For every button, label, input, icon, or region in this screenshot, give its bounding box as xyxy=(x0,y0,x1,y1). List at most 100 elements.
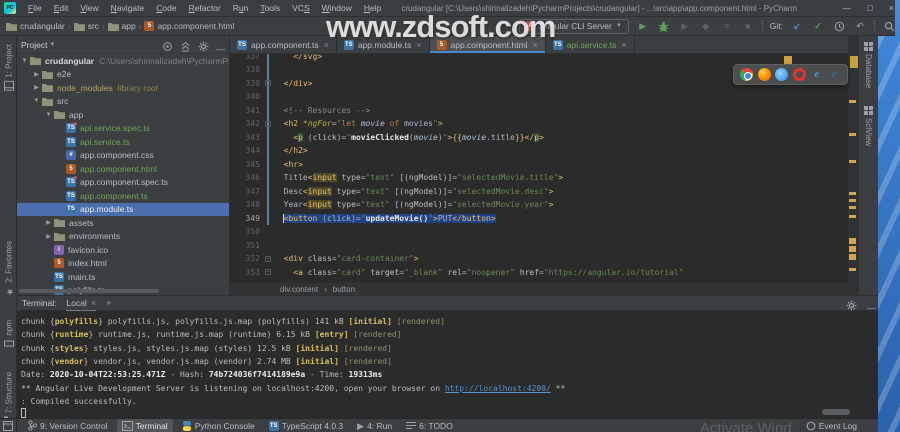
editor-tab-api.service.ts[interactable]: TS api.service.ts × xyxy=(546,36,635,53)
tree-item-node_modules[interactable]: ▶ node_modules library root xyxy=(17,81,229,95)
search-everywhere-icon[interactable] xyxy=(882,19,896,34)
toolwindow-tab-1-project[interactable]: 1: Project xyxy=(3,44,14,91)
code-line-347[interactable]: 347 Desc<input type="text" [(ngModel)]="… xyxy=(230,185,848,199)
code-line-341[interactable]: 341 <!-- Resources --> xyxy=(230,104,848,118)
tree-closed-arrow-icon[interactable]: ▶ xyxy=(43,233,54,240)
tree-item-api.service.ts[interactable]: TS api.service.ts xyxy=(17,135,229,149)
statusbar-item-typescript-4-0-3[interactable]: TS TypeScript 4.0.3 xyxy=(264,419,348,432)
statusbar-item-9-version-control[interactable]: 9: Version Control xyxy=(23,419,113,432)
fold-marker-icon[interactable]: − xyxy=(265,80,271,86)
firefox-browser-icon[interactable] xyxy=(757,68,771,81)
breadcrumb-item[interactable]: src xyxy=(73,21,99,31)
toolwindow-tab-npm[interactable]: npm xyxy=(3,320,14,349)
fold-marker-icon[interactable]: − xyxy=(265,255,271,262)
code-line-344[interactable]: 344 </h2> xyxy=(230,144,848,158)
tree-closed-arrow-icon[interactable]: ▶ xyxy=(43,219,54,226)
menu-vcs[interactable]: VCS xyxy=(286,0,315,17)
horizontal-scrollbar[interactable] xyxy=(19,289,159,293)
minimize-icon[interactable]: — xyxy=(842,0,851,17)
tree-item-app.component.html[interactable]: 5 app.component.html xyxy=(17,162,229,176)
git-update-button[interactable]: ↙ xyxy=(790,19,804,34)
menu-tools[interactable]: Tools xyxy=(254,0,286,17)
menu-view[interactable]: View xyxy=(74,0,104,17)
profiler-button[interactable]: ◆ xyxy=(699,19,713,34)
tree-item-src[interactable]: ▼ src xyxy=(17,95,229,109)
inspections-widget[interactable] xyxy=(850,56,858,68)
terminal-tab-local[interactable]: Local × xyxy=(66,296,97,311)
code-line-345[interactable]: 345 <hr> xyxy=(230,158,848,172)
new-terminal-session-icon[interactable]: + xyxy=(106,298,111,308)
close-icon[interactable]: × xyxy=(621,40,626,50)
tree-item-app.component.css[interactable]: # app.component.css xyxy=(17,149,229,163)
tree-item-crudangular[interactable]: ▼ crudangular C:\Users\shirinalizadeh\Pych… xyxy=(17,54,229,68)
tree-item-e2e[interactable]: ▶ e2e xyxy=(17,68,229,82)
menu-run[interactable]: Run xyxy=(227,0,255,17)
terminal-link[interactable]: http://localhost:4200/ xyxy=(445,384,551,393)
debug-button[interactable] xyxy=(657,19,671,34)
statusbar-item-event-log[interactable]: Event Log xyxy=(801,419,862,432)
toolwindow-tab-sciview[interactable]: SciView xyxy=(864,106,873,147)
run-button[interactable]: ▶ xyxy=(636,19,650,34)
chrome-browser-icon[interactable] xyxy=(740,68,754,81)
editor-tab-app.component.ts[interactable]: TS app.component.ts × xyxy=(230,36,337,53)
tree-open-arrow-icon[interactable]: ▼ xyxy=(43,112,54,118)
close-icon[interactable]: × xyxy=(91,298,96,308)
tree-item-favicon.ico[interactable]: i favicon.ico xyxy=(17,243,229,257)
tree-closed-arrow-icon[interactable]: ▶ xyxy=(31,71,42,78)
tree-item-app.module.ts[interactable]: TS app.module.ts xyxy=(17,202,229,216)
toolwindow-tab-database[interactable]: Database xyxy=(864,42,873,88)
statusbar-item-python-console[interactable]: Python Console xyxy=(177,419,260,432)
tree-item-app[interactable]: ▼ app xyxy=(17,108,229,122)
tree-item-environments[interactable]: ▶ environments xyxy=(17,230,229,244)
code-line-351[interactable]: 351 xyxy=(230,239,848,253)
code-editor[interactable]: 337 </svg> 338 339− </div> 340 341 <!-- Reso… xyxy=(230,54,848,282)
maximize-icon[interactable]: □ xyxy=(867,0,872,17)
edge-browser-icon[interactable]: e xyxy=(828,68,841,81)
run-with-coverage-button[interactable]: ▶ xyxy=(678,19,692,34)
hide-terminal-icon[interactable]: — xyxy=(867,298,876,316)
editor-breadcrumb-button[interactable]: button xyxy=(333,285,355,294)
toolwindow-switcher-icon[interactable] xyxy=(0,418,17,432)
toolwindow-tab-2-favorites[interactable]: ★ 2: Favorites xyxy=(4,241,14,296)
fold-marker-icon[interactable]: − xyxy=(265,269,271,275)
tree-item-app.component.ts[interactable]: TS app.component.ts xyxy=(17,189,229,203)
breadcrumb-item[interactable]: 5 app.component.html xyxy=(144,21,234,31)
code-line-352[interactable]: 352− <div class="card-container"> xyxy=(230,252,848,266)
code-line-349[interactable]: 349 <button (click)="updateMovie()">PUT<… xyxy=(230,212,848,226)
menu-edit[interactable]: Edit xyxy=(48,0,75,17)
breadcrumb-item[interactable]: crudangular xyxy=(6,21,65,31)
code-line-346[interactable]: 346 Title<input type="text" [(ngModel)]=… xyxy=(230,171,848,185)
menu-refactor[interactable]: Refactor xyxy=(183,0,227,17)
error-stripe[interactable] xyxy=(848,36,858,295)
project-panel-title[interactable]: Project xyxy=(21,40,47,50)
tree-open-arrow-icon[interactable]: ▼ xyxy=(31,98,42,104)
ie-browser-icon[interactable]: e xyxy=(810,68,823,81)
opera-browser-icon[interactable] xyxy=(792,68,806,81)
statusbar-item-terminal[interactable]: Terminal xyxy=(116,419,173,432)
statusbar-item-6-todo[interactable]: 6: TODO xyxy=(401,419,458,432)
tree-item-main.ts[interactable]: TS main.ts xyxy=(17,270,229,284)
stop-button[interactable]: ■ xyxy=(741,19,755,34)
safari-browser-icon[interactable] xyxy=(775,68,789,81)
git-history-button[interactable] xyxy=(832,19,846,34)
editor-breadcrumb-div.content[interactable]: div.content xyxy=(280,285,318,294)
breadcrumb-item[interactable]: app xyxy=(107,21,136,31)
statusbar-item-4-run[interactable]: ▶ 4: Run xyxy=(352,419,397,432)
menu-navigate[interactable]: Navigate xyxy=(105,0,151,17)
code-line-350[interactable]: 350 xyxy=(230,225,848,239)
code-line-340[interactable]: 340 xyxy=(230,90,848,104)
tree-item-assets[interactable]: ▶ assets xyxy=(17,216,229,230)
terminal-settings-gear-icon[interactable] xyxy=(846,298,857,316)
git-commit-button[interactable]: ✓ xyxy=(811,19,825,34)
close-icon[interactable]: × xyxy=(889,0,894,17)
code-line-343[interactable]: 343 <p (click)="movieClicked(movie)">{{m… xyxy=(230,131,848,145)
fold-marker-icon[interactable]: − xyxy=(265,120,271,127)
tree-item-api.service.spec.ts[interactable]: TS api.service.spec.ts xyxy=(17,122,229,136)
menu-file[interactable]: File xyxy=(22,0,48,17)
chevron-down-icon[interactable]: ▼ xyxy=(49,40,55,50)
tree-item-index.html[interactable]: 5 index.html xyxy=(17,257,229,271)
code-line-342[interactable]: 342− <h2 *ngFor="let movie of movies"> xyxy=(230,117,848,131)
code-line-337[interactable]: 337 </svg> xyxy=(230,54,848,63)
tree-item-app.component.spec.ts[interactable]: TS app.component.spec.ts xyxy=(17,176,229,190)
code-line-348[interactable]: 348 Year<input type="text" [(ngModel)]="… xyxy=(230,198,848,212)
